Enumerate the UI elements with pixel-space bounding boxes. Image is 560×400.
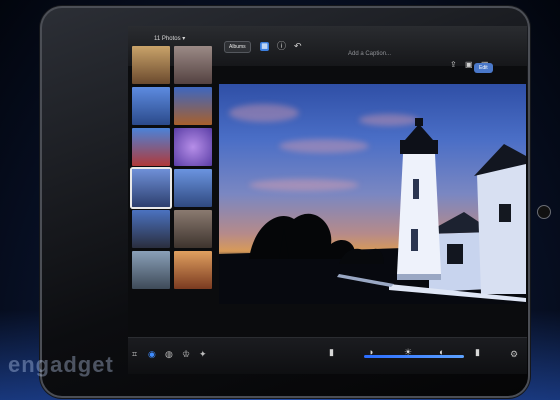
crop-icon[interactable]: ⌗	[132, 349, 137, 360]
thumbnail[interactable]	[174, 169, 212, 207]
lighthouse-scene	[219, 118, 526, 304]
albums-button[interactable]: Albums	[224, 41, 251, 53]
thumbnail[interactable]	[132, 210, 170, 248]
main-photo[interactable]	[219, 84, 526, 304]
thumbnail[interactable]	[132, 251, 170, 289]
effects-icon[interactable]: ♔	[182, 349, 190, 360]
thumbnail-selected[interactable]	[132, 169, 170, 207]
color-icon[interactable]: ◍	[165, 349, 173, 360]
gear-icon[interactable]: ⚙	[510, 349, 518, 360]
thumbnail[interactable]	[174, 87, 212, 125]
undo-icon[interactable]: ↶	[294, 42, 302, 51]
ipad-device: 11 Photos ▾ Albums ▦ ⓘ ↶ Add a Caption..…	[40, 6, 551, 398]
phone-icon[interactable]: ▮	[475, 347, 480, 358]
brush-icon[interactable]: ◉	[148, 349, 156, 360]
square-icon[interactable]: ▣	[465, 60, 473, 69]
chevron-down-icon: ▾	[182, 36, 186, 42]
phone-icon[interactable]: ▮	[329, 347, 334, 358]
grid-view-button[interactable]: ▦	[260, 42, 269, 51]
home-button[interactable]	[537, 205, 551, 219]
share-icon[interactable]: ⇪	[450, 60, 457, 69]
contrast-icon[interactable]: ◐	[439, 347, 444, 357]
adjustment-slider[interactable]	[364, 355, 464, 358]
contrast-icon[interactable]: ◑	[368, 347, 373, 357]
info-icon[interactable]: ⓘ	[277, 42, 286, 51]
thumbnail[interactable]	[132, 128, 170, 166]
photos-count-label: 11 Photos	[154, 36, 181, 42]
thumbnail-grid	[132, 46, 216, 301]
edit-button[interactable]: Edit	[474, 63, 493, 73]
thumbnail[interactable]	[174, 128, 212, 166]
thumbnail[interactable]	[174, 46, 212, 84]
thumbnail[interactable]	[174, 251, 212, 289]
thumbnail[interactable]	[174, 210, 212, 248]
edit-toolbar: ⌗ ◉ ◍ ♔ ✦ ▮ ◑ ☀ ◐ ▮ ⚙	[128, 337, 527, 374]
thumbnail[interactable]	[132, 46, 170, 84]
thumbnail[interactable]	[132, 87, 170, 125]
iphoto-screen: 11 Photos ▾ Albums ▦ ⓘ ↶ Add a Caption..…	[128, 26, 527, 374]
brightness-icon[interactable]: ☀	[404, 347, 412, 358]
sparkle-icon[interactable]: ✦	[199, 349, 207, 360]
photos-count-title[interactable]: 11 Photos ▾	[154, 35, 185, 42]
watermark-logo: engadget	[8, 352, 114, 377]
caption-field[interactable]: Add a Caption...	[348, 51, 391, 57]
